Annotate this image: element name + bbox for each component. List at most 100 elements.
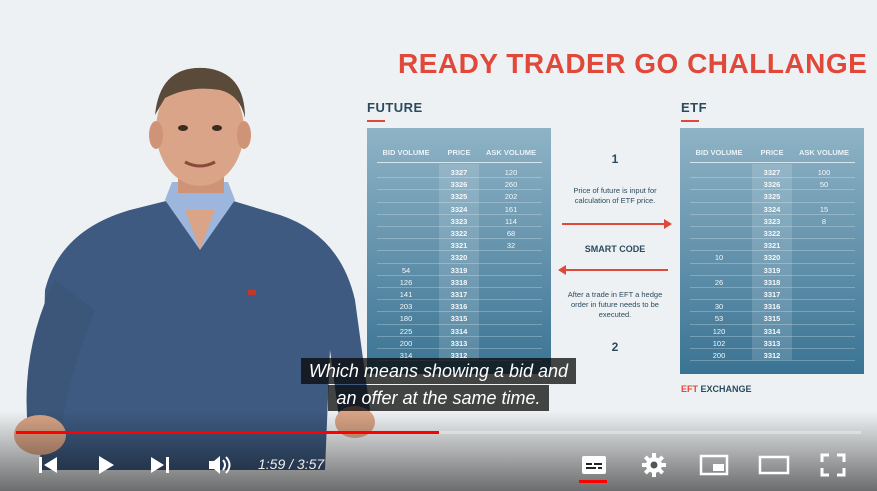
time-display: 1:59 / 3:57: [258, 456, 324, 472]
price-cell: 3322: [763, 229, 781, 238]
fullscreen-button[interactable]: [818, 450, 848, 480]
bid-cell: 102: [712, 338, 726, 348]
next-button[interactable]: [146, 450, 174, 480]
bid-cell: 120: [712, 326, 726, 336]
price-cell: 3317: [763, 290, 781, 299]
price-cell: 3316: [763, 302, 781, 312]
etf-order-book: BID VOLUME PRICE ASK VOLUME 3327 100 3326 5…: [680, 128, 864, 374]
price-cell: 3325: [450, 192, 468, 202]
book-row: 53 3315: [680, 312, 864, 325]
price-cell: 3313: [450, 338, 468, 348]
bid-cell: 10: [714, 253, 724, 263]
ask-volume-header: ASK VOLUME: [798, 148, 849, 157]
step-2-text: After a trade in EFT a hedge order in fu…: [567, 290, 663, 319]
ask-cell: 50: [819, 180, 829, 190]
price-cell: 3323: [763, 216, 781, 226]
step-2-number: 2: [611, 340, 619, 354]
book-row: 3324 15: [680, 203, 864, 215]
caption-line-2: an offer at the same time.: [0, 385, 877, 411]
subtitles-button[interactable]: [578, 450, 610, 480]
progress-bar[interactable]: [16, 431, 861, 434]
ask-cell: 100: [817, 168, 831, 177]
miniplayer-button[interactable]: [697, 450, 731, 480]
price-cell: 3321: [450, 241, 468, 251]
caption-text-2: an offer at the same time.: [328, 385, 549, 411]
caption-text-1: Which means showing a bid and: [300, 358, 577, 384]
video-player[interactable]: READY TRADER GO CHALLANGE FUTURE ETF BID…: [0, 0, 877, 491]
fullscreen-icon: [820, 453, 846, 477]
ask-cell: 114: [505, 216, 517, 226]
subtitles-icon: [582, 456, 606, 474]
slide-title: READY TRADER GO CHALLANGE: [398, 48, 868, 79]
ask-cell: 260: [504, 180, 518, 190]
controls-gradient: [0, 411, 877, 491]
current-time: 1:59: [258, 456, 286, 472]
etf-label-underline: [681, 120, 699, 122]
book-row: 120 3314: [680, 325, 864, 337]
volume-button[interactable]: [204, 450, 236, 480]
book-row: 3327 100: [680, 166, 864, 179]
bid-cell: 30: [714, 302, 724, 312]
price-cell: 3320: [763, 253, 781, 263]
price-cell: 3327: [763, 168, 781, 177]
ask-cell: 15: [819, 204, 829, 214]
smart-code-panel: 1 Price of future is input for calculati…: [554, 128, 676, 374]
price-cell: 3325: [763, 192, 781, 202]
header-divider: [690, 162, 855, 163]
step-1-text: Price of future is input for calculation…: [573, 186, 657, 205]
subtitles-active-indicator: [579, 480, 607, 483]
price-cell: 3327: [450, 168, 468, 177]
arrow-left-icon: [562, 269, 668, 271]
price-header: PRICE: [760, 148, 784, 157]
book-row: 26 3318: [680, 276, 864, 289]
etf-book-header: BID VOLUME PRICE ASK VOLUME: [680, 148, 864, 160]
arrow-right-head: [664, 219, 672, 229]
play-button[interactable]: [92, 450, 120, 480]
price-cell: 3320: [450, 253, 468, 263]
book-row: 3322: [680, 227, 864, 240]
gear-icon: [642, 453, 666, 477]
caption-line-1: Which means showing a bid and: [0, 358, 877, 384]
book-row: 10 3320: [680, 251, 864, 264]
price-cell: 3326: [763, 180, 781, 190]
ask-cell: 32: [506, 241, 516, 251]
header-divider: [377, 162, 542, 163]
arrow-right-icon: [562, 223, 668, 225]
etf-label-text: ETF: [681, 100, 708, 115]
bid-volume-header: BID VOLUME: [695, 148, 743, 157]
skip-previous-icon: [39, 457, 57, 473]
book-row: 3323 8: [680, 215, 864, 228]
smart-code-label: SMART CODE: [584, 244, 646, 254]
ask-cell: 161: [504, 204, 518, 214]
price-cell: 3314: [763, 326, 781, 336]
previous-button[interactable]: [34, 450, 62, 480]
theater-mode-icon: [758, 455, 790, 475]
time-separator: /: [285, 456, 297, 472]
price-cell: 3318: [763, 277, 781, 287]
ask-cell: 8: [821, 216, 827, 226]
price-header: PRICE: [447, 148, 471, 157]
price-cell: 3319: [763, 265, 781, 275]
price-cell: 3322: [450, 229, 468, 238]
etf-label: ETF: [681, 100, 707, 122]
skip-next-icon: [151, 457, 169, 473]
price-cell: 3316: [450, 302, 468, 312]
book-row: 3321: [680, 239, 864, 252]
price-cell: 3326: [450, 180, 468, 190]
price-cell: 3315: [450, 314, 468, 324]
price-cell: 3323: [450, 216, 468, 226]
volume-icon: [209, 456, 231, 474]
ask-cell: 202: [504, 192, 518, 202]
arrow-left-head: [558, 265, 566, 275]
book-row: 3319: [680, 264, 864, 276]
price-cell: 3321: [763, 241, 781, 251]
theater-mode-button[interactable]: [756, 450, 792, 480]
price-cell: 3319: [450, 265, 468, 275]
ask-cell: 120: [504, 168, 518, 177]
price-cell: 3317: [450, 290, 468, 299]
bid-cell: 53: [714, 314, 724, 324]
ask-cell: 68: [506, 229, 516, 238]
price-cell: 3324: [450, 204, 468, 214]
ask-volume-header: ASK VOLUME: [485, 148, 536, 157]
settings-button[interactable]: [638, 450, 670, 480]
